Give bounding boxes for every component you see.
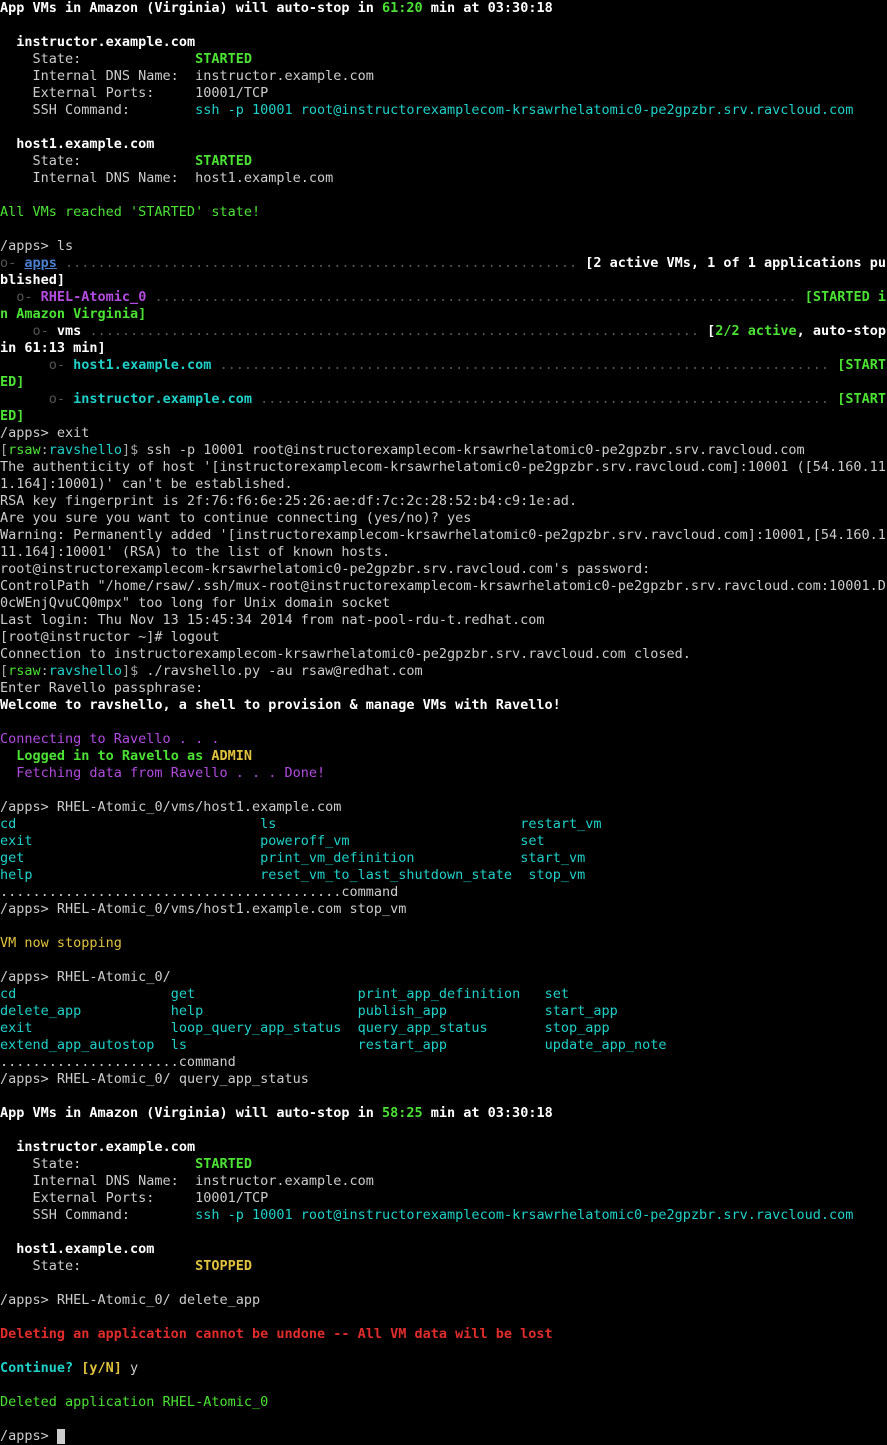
tree-branch: o-: [49, 357, 73, 373]
tree-vms: vms: [57, 323, 81, 339]
label: State:: [33, 1156, 82, 1172]
state-value: STARTED: [195, 153, 252, 169]
autostop-header: App VMs in Amazon (Virginia) will auto-s…: [0, 0, 553, 16]
cmd: RHEL-Atomic_0/vms/host1.example.com stop…: [57, 901, 407, 917]
user: rsaw: [8, 663, 41, 679]
label: State:: [33, 51, 82, 67]
ssh-output: Connection to instructorexamplecom-krsaw…: [0, 646, 691, 662]
dns-value: instructor.example.com: [195, 68, 374, 84]
cmd: RHEL-Atomic_0/ delete_app: [57, 1292, 260, 1308]
tree-apps: apps: [24, 255, 57, 271]
tree-branch: o-: [16, 289, 40, 305]
dotted-hint: ........................................…: [0, 884, 398, 900]
ports-value: 10001/TCP: [195, 85, 268, 101]
state-value: STOPPED: [195, 1258, 252, 1274]
prompt: /apps>: [0, 799, 57, 815]
continue-prompt: Continue? [y/N]: [0, 1360, 122, 1376]
answer: y: [122, 1360, 138, 1376]
deleted-msg: Deleted application RHEL-Atomic_0: [0, 1394, 268, 1410]
tree-host1: host1.example.com: [73, 357, 211, 373]
label: SSH Command:: [33, 1207, 131, 1223]
cursor[interactable]: [57, 1429, 65, 1444]
cmd: ls: [57, 238, 73, 254]
vm-name: host1.example.com: [16, 1241, 154, 1257]
tree-branch: o-: [0, 255, 24, 271]
cmd: RHEL-Atomic_0/ query_app_status: [57, 1071, 309, 1087]
state-value: STARTED: [195, 1156, 252, 1172]
prompt: /apps>: [0, 425, 57, 441]
welcome-msg: Welcome to ravshello, a shell to provisi…: [0, 697, 561, 713]
dns-value: host1.example.com: [195, 170, 333, 186]
label: External Ports:: [33, 85, 155, 101]
ssh-output: Are you sure you want to continue connec…: [0, 510, 471, 526]
dns-value: instructor.example.com: [195, 1173, 374, 1189]
tree-instr: instructor.example.com: [73, 391, 252, 407]
label: State:: [33, 153, 82, 169]
vm-name: host1.example.com: [16, 136, 154, 152]
completion: get print_vm_definition start_vm: [0, 850, 585, 866]
connecting-msg: Connecting to Ravello . . .: [0, 731, 219, 747]
passphrase-prompt: Enter Ravello passphrase:: [0, 680, 203, 696]
state-value: STARTED: [195, 51, 252, 67]
label: Internal DNS Name:: [33, 1173, 179, 1189]
prompt: /apps>: [0, 969, 57, 985]
ssh-output: Warning: Permanently added '[instructore…: [0, 527, 886, 560]
ssh-output: The authenticity of host '[instructorexa…: [0, 459, 886, 492]
prompt: /apps>: [0, 901, 57, 917]
vm-name: instructor.example.com: [16, 1139, 195, 1155]
completion: delete_app help publish_app start_app: [0, 1003, 618, 1019]
completion: help reset_vm_to_last_shutdown_state sto…: [0, 867, 585, 883]
completion: exit poweroff_vm set: [0, 833, 545, 849]
prompt: /apps>: [0, 1071, 57, 1087]
ports-value: 10001/TCP: [195, 1190, 268, 1206]
ssh-cmd: ssh -p 10001 root@instructorexamplecom-k…: [146, 442, 804, 458]
completion: extend_app_autostop ls restart_app updat…: [0, 1037, 667, 1053]
ssh-output: [root@instructor ~]# logout: [0, 629, 219, 645]
ssh-value: ssh -p 10001 root@instructorexamplecom-k…: [195, 102, 853, 118]
dotted-hint: ......................command: [0, 1054, 236, 1070]
tree-branch: o-: [49, 391, 73, 407]
logged-in-msg: Logged in to Ravello as ADMIN: [16, 748, 252, 764]
label: Internal DNS Name:: [33, 68, 179, 84]
ssh-output: Last login: Thu Nov 13 15:45:34 2014 fro…: [0, 612, 545, 628]
ssh-output: ControlPath "/home/rsaw/.ssh/mux-root@in…: [0, 578, 886, 611]
prompt: /apps>: [0, 238, 57, 254]
cmd: RHEL-Atomic_0/: [57, 969, 171, 985]
delete-warning: Deleting an application cannot be undone…: [0, 1326, 553, 1342]
user: rsaw: [8, 442, 41, 458]
all-started-msg: All VMs reached 'STARTED' state!: [0, 204, 260, 220]
completion: cd get print_app_definition set: [0, 986, 569, 1002]
ravshello-cmd: ./ravshello.py -au rsaw@redhat.com: [146, 663, 422, 679]
label: SSH Command:: [33, 102, 131, 118]
fetching-msg: Fetching data from Ravello . . . Done!: [16, 765, 325, 781]
cmd: exit: [57, 425, 90, 441]
label: Internal DNS Name:: [33, 170, 179, 186]
prompt: /apps>: [0, 1428, 57, 1444]
host: ravshello: [49, 663, 122, 679]
stopping-msg: VM now stopping: [0, 935, 122, 951]
ssh-output: RSA key fingerprint is 2f:76:f6:6e:25:26…: [0, 493, 577, 509]
host: ravshello: [49, 442, 122, 458]
completion: exit loop_query_app_status query_app_sta…: [0, 1020, 610, 1036]
vm-name: instructor.example.com: [16, 34, 195, 50]
tree-rhel: RHEL-Atomic_0: [41, 289, 147, 305]
completion: cd ls restart_vm: [0, 816, 602, 832]
tree-branch: o-: [33, 323, 57, 339]
prompt: /apps>: [0, 1292, 57, 1308]
label: External Ports:: [33, 1190, 155, 1206]
ssh-output: root@instructorexamplecom-krsawrhelatomi…: [0, 561, 650, 577]
ssh-value: ssh -p 10001 root@instructorexamplecom-k…: [195, 1207, 853, 1223]
autostop-header: App VMs in Amazon (Virginia) will auto-s…: [0, 1105, 553, 1121]
label: State:: [33, 1258, 82, 1274]
cmd: RHEL-Atomic_0/vms/host1.example.com: [57, 799, 341, 815]
terminal-output[interactable]: App VMs in Amazon (Virginia) will auto-s…: [0, 0, 887, 1445]
